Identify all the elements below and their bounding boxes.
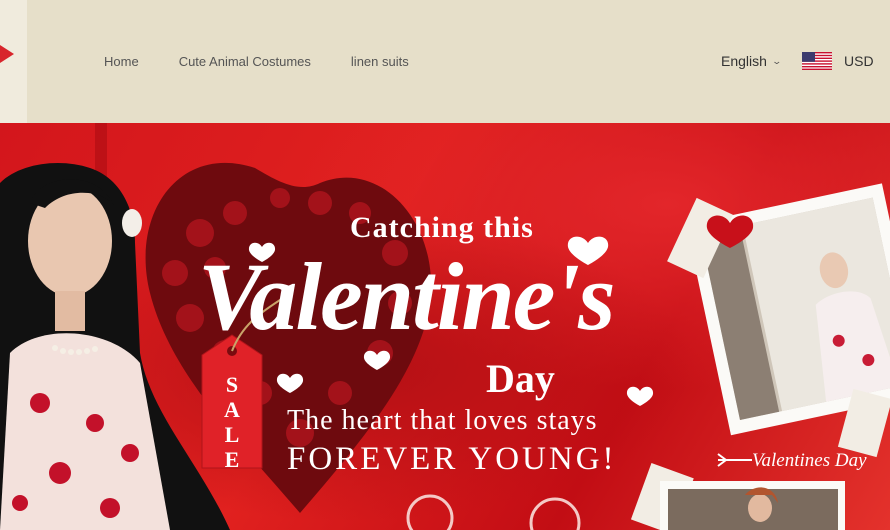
- language-label: English: [721, 53, 767, 69]
- logo[interactable]: [0, 0, 27, 123]
- us-flag-icon: [802, 52, 832, 70]
- hero-tagline-2: FOREVER YOUNG!: [287, 441, 617, 477]
- nav-item-linen-suits[interactable]: linen suits: [351, 54, 409, 69]
- nav-item-home[interactable]: Home: [104, 54, 139, 69]
- logo-mark-icon: [0, 45, 14, 63]
- main-nav: Home Cute Animal Costumes linen suits: [104, 54, 449, 69]
- language-selector[interactable]: English ⌄: [721, 53, 782, 69]
- chevron-down-icon: ⌄: [771, 55, 782, 66]
- currency-label: USD: [844, 53, 874, 69]
- currency-selector[interactable]: USD ⌄: [802, 52, 890, 70]
- hero-headline-script: Valentine's: [198, 243, 615, 350]
- site-header: Home Cute Animal Costumes linen suits En…: [0, 0, 890, 123]
- hero-corner-label: Valentines Day: [752, 450, 867, 471]
- hero-headline-day: Day: [486, 356, 555, 401]
- nav-item-cute-animal-costumes[interactable]: Cute Animal Costumes: [179, 54, 311, 69]
- sale-tag-label: SALE: [224, 372, 240, 472]
- hero-tagline-1: The heart that loves stays: [287, 405, 598, 436]
- hero-headline-top: Catching this: [350, 211, 534, 244]
- hero-banner[interactable]: Catching this Valentine's Day SALE The h…: [0, 123, 890, 530]
